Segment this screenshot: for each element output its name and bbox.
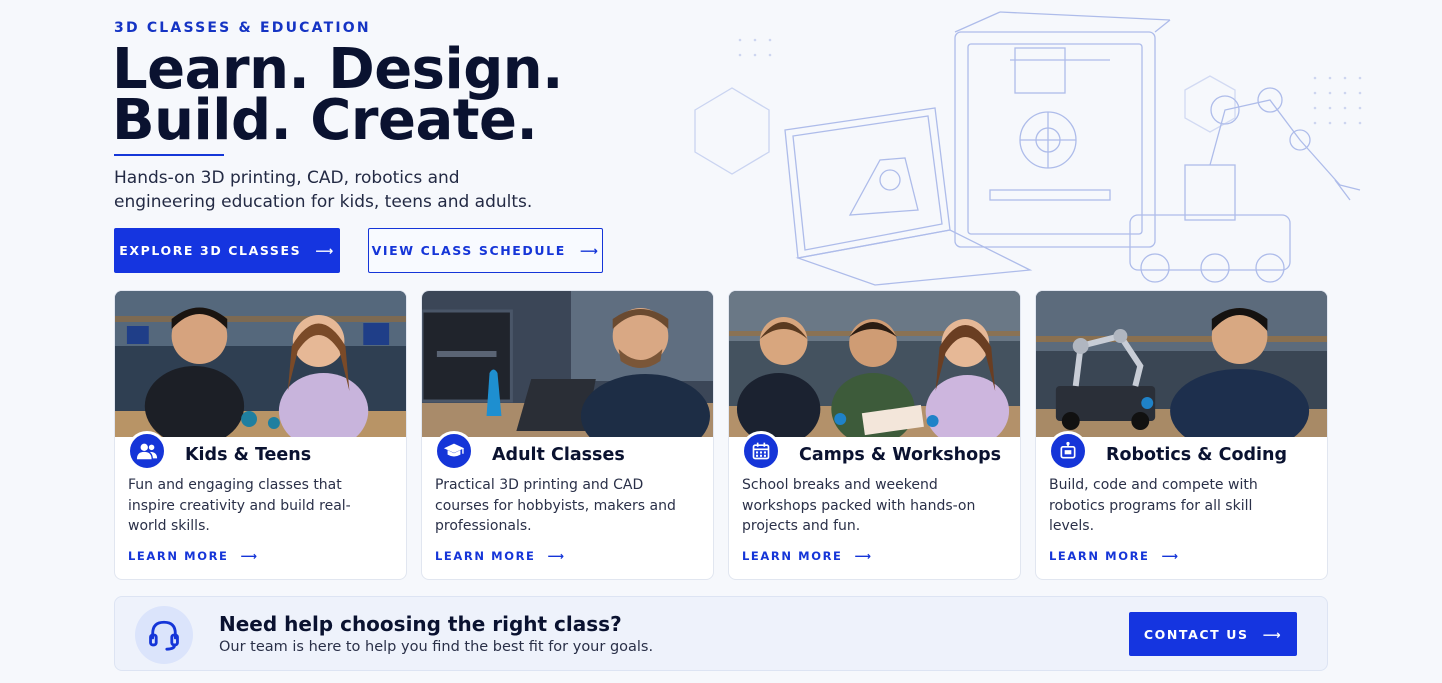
view-schedule-label: view class schedule [371,243,566,258]
view-schedule-button[interactable]: view class schedule ⟶ [368,228,603,273]
card-camps-workshops[interactable]: Camps & Workshops School breaks and week… [728,290,1021,580]
headset-icon [149,620,179,651]
card-icon-badge [127,431,167,471]
card-kids-teens[interactable]: Kids & Teens Fun and engaging classes th… [114,290,407,580]
adult-classes-photo [422,291,713,437]
hero-eyebrow: 3D CLASSES & EDUCATION [114,20,371,36]
card-description: Build, code and compete with robotics pr… [1049,477,1258,534]
learn-more-link[interactable]: learn more ⟶ [128,549,259,563]
calendar-icon [752,442,770,460]
users-icon [136,443,158,460]
robot-icon [1060,441,1076,459]
help-icon-circle [135,606,193,664]
card-description: School breaks and weekend workshops pack… [742,477,976,534]
arrow-right-icon: ⟶ [579,243,600,258]
help-banner: Need help choosing the right class? Our … [114,596,1328,671]
contact-us-button[interactable]: contact us ⟶ [1129,612,1297,656]
contact-us-label: contact us [1143,626,1249,642]
kids-teens-photo [115,291,406,437]
card-description: Fun and engaging classes that inspire cr… [128,477,351,534]
learn-more-label: learn more [742,549,843,563]
help-subtitle: Our team is here to help you find the be… [219,639,654,655]
arrow-right-icon: ⟶ [1161,549,1180,563]
arrow-right-icon: ⟶ [547,549,566,563]
learn-more-link[interactable]: learn more ⟶ [742,549,873,563]
headline-underline [114,154,224,156]
arrow-right-icon: ⟶ [240,549,259,563]
card-adult-classes[interactable]: Adult Classes Practical 3D printing and … [421,290,714,580]
learn-more-label: learn more [128,549,229,563]
hero-illustration [694,11,1362,286]
card-title: Adult Classes [492,445,625,465]
card-description: Practical 3D printing and CAD courses fo… [435,477,676,534]
help-title: Need help choosing the right class? [219,612,622,636]
card-title: Camps & Workshops [799,445,1002,465]
explore-classes-label: explore 3d classes [119,243,302,258]
explore-classes-button[interactable]: explore 3d classes ⟶ [114,228,340,273]
graduation-cap-icon [443,443,465,457]
arrow-right-icon: ⟶ [1262,626,1283,642]
card-icon-badge [434,431,474,471]
robotics-coding-photo [1036,291,1327,437]
headline-line-2: Build. Create. [112,88,538,153]
learn-more-label: learn more [1049,549,1150,563]
card-title: Kids & Teens [185,445,312,465]
learn-more-link[interactable]: learn more ⟶ [435,549,566,563]
hero-headline: Learn. Design. Build. Create. [112,42,632,149]
card-icon-badge [1048,431,1088,471]
learn-more-label: learn more [435,549,536,563]
learn-more-link[interactable]: learn more ⟶ [1049,549,1180,563]
hero-subtitle: Hands-on 3D printing, CAD, robotics and … [114,168,533,212]
arrow-right-icon: ⟶ [854,549,873,563]
arrow-right-icon: ⟶ [315,243,335,258]
card-icon-badge [741,431,781,471]
card-robotics-coding[interactable]: Robotics & Coding Build, code and compet… [1035,290,1328,580]
card-title: Robotics & Coding [1106,445,1288,465]
camps-workshops-photo [729,291,1020,437]
